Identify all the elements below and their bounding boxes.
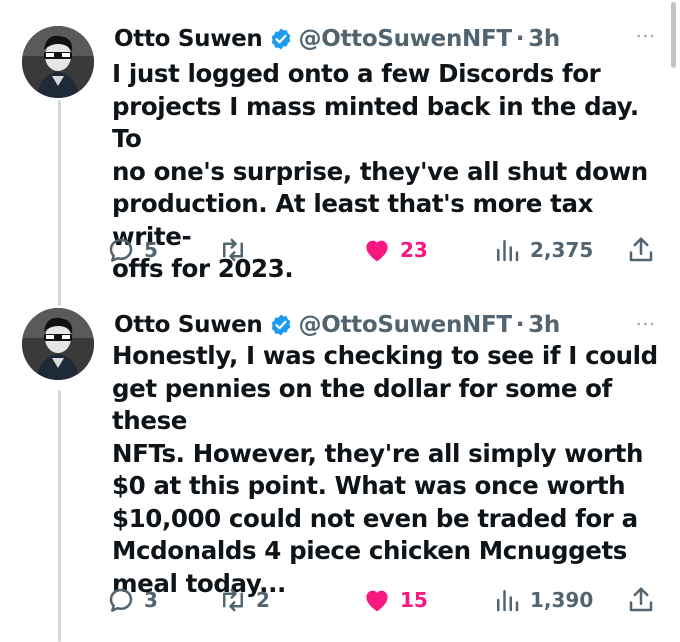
views-button[interactable]: 1,390 [492,582,593,618]
heart-icon [366,590,388,612]
reply-button[interactable]: 3 [106,582,158,618]
more-icon[interactable]: ··· [636,26,656,47]
verified-badge-icon [271,28,290,50]
heart-icon [366,240,388,262]
separator: · [515,26,525,52]
like-button[interactable]: 15 [362,582,428,618]
timestamp[interactable]: 3h [528,26,560,52]
tweet-actions: 5 23 2,375 [106,232,666,268]
reply-icon [109,588,133,612]
retweet-button[interactable] [218,232,256,268]
views-icon [497,590,519,612]
handle[interactable]: @OttoSuwenNFT [299,26,513,52]
retweet-icon [223,238,243,262]
tweet-header: Otto Suwen @OttoSuwenNFT · 3h [114,22,560,56]
share-button[interactable] [626,232,656,268]
view-count: 2,375 [530,238,594,262]
separator: · [515,312,525,338]
timestamp[interactable]: 3h [528,312,560,338]
share-button[interactable] [626,582,656,618]
retweet-icon [223,588,243,612]
views-icon [497,240,519,262]
like-count: 15 [400,588,428,612]
display-name[interactable]: Otto Suwen [114,26,263,52]
retweet-count: 2 [256,588,270,612]
tweet-header: Otto Suwen @OttoSuwenNFT · 3h [114,308,560,342]
tweet-actions: 3 2 15 1,390 [106,582,666,618]
reply-button[interactable]: 5 [106,232,158,268]
reply-count: 5 [144,238,158,262]
reply-count: 3 [144,588,158,612]
retweet-button[interactable]: 2 [218,582,270,618]
verified-badge-icon [271,314,290,336]
share-icon [629,237,653,262]
views-button[interactable]: 2,375 [492,232,593,268]
tweet[interactable]: Otto Suwen @OttoSuwenNFT · 3h ··· Honest… [0,300,680,642]
more-icon[interactable]: ··· [636,314,656,335]
avatar[interactable] [22,26,94,98]
handle[interactable]: @OttoSuwenNFT [299,312,513,338]
avatar[interactable] [22,308,94,380]
like-button[interactable]: 23 [362,232,428,268]
view-count: 1,390 [530,588,594,612]
like-count: 23 [400,238,428,262]
display-name[interactable]: Otto Suwen [114,312,263,338]
share-icon [629,587,653,612]
tweet-text: Honestly, I was checking to see if I cou… [112,341,658,598]
reply-icon [109,238,133,262]
tweet[interactable]: Otto Suwen @OttoSuwenNFT · 3h ··· I just… [0,0,680,300]
